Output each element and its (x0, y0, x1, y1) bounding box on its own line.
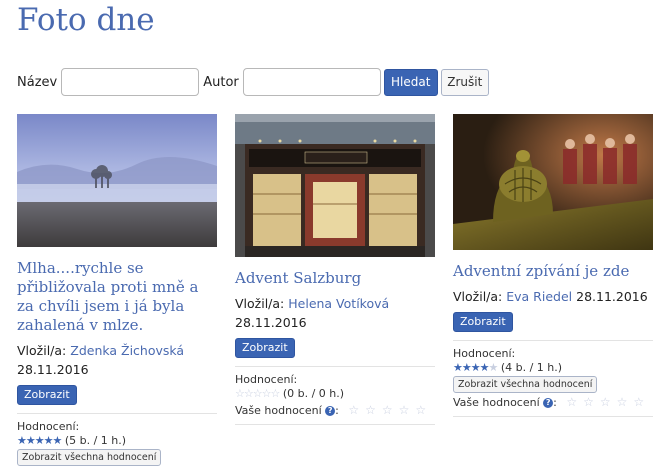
posted-by-label: Vložil/a: (235, 296, 285, 311)
photo-card: Advent Salzburg Vložil/a: Helena Votíkov… (235, 114, 435, 425)
rating-block: Hodnocení: ★★★★★ (5 b. / 1 h.) Zobrazit … (17, 413, 217, 466)
photo-title[interactable]: Mlha....rychle se přibližovala proti mně… (17, 259, 217, 335)
divider (453, 411, 653, 417)
photo-title[interactable]: Advent Salzburg (235, 269, 435, 288)
name-input[interactable] (61, 68, 200, 96)
author-label: Autor (203, 74, 239, 90)
search-form: Název Autor Hledat Zrušit (17, 68, 489, 96)
author-input[interactable] (242, 68, 381, 96)
photo-date: 28.11.2016 (576, 289, 648, 304)
photo-card: Mlha....rychle se přibližovala proti mně… (17, 114, 217, 466)
your-rating: Vaše hodnocení ?: ☆ ☆ ☆ ☆ ☆ (453, 395, 645, 409)
photo-image[interactable] (17, 114, 217, 247)
photo-card: Adventní zpívání je zde Vložil/a: Eva Ri… (453, 114, 653, 417)
help-icon[interactable]: ? (325, 406, 336, 416)
rating-label: Hodnocení: (235, 373, 298, 386)
photo-title[interactable]: Adventní zpívání je zde (453, 262, 653, 281)
all-ratings-button[interactable]: Zobrazit všechna hodnocení (453, 376, 598, 393)
divider (235, 419, 435, 425)
star-icon: ★★★★★ (17, 434, 62, 447)
all-ratings-button[interactable]: Zobrazit všechna hodnocení (17, 449, 162, 466)
photo-image[interactable] (235, 114, 435, 257)
search-button[interactable]: Hledat (383, 68, 438, 96)
name-label: Název (17, 74, 58, 90)
your-rating-stars[interactable]: ☆ ☆ ☆ ☆ ☆ (342, 403, 426, 417)
star-icon: ☆☆☆☆☆ (235, 387, 280, 400)
rating-stars: ★★★★★ (5 b. / 1 h.) (17, 434, 217, 448)
posted-by-label: Vložil/a: (17, 343, 67, 358)
posted-by-label: Vložil/a: (453, 289, 503, 304)
rating-block: Hodnocení: ★★★★★ (4 b. / 1 h.) Zobrazit … (453, 340, 653, 417)
your-rating-label: Vaše hodnocení (453, 396, 540, 409)
rating-label: Hodnocení: (17, 420, 80, 433)
help-icon[interactable]: ? (543, 398, 554, 408)
your-rating-label: Vaše hodnocení (235, 404, 322, 417)
page-title: Foto dne (17, 2, 155, 38)
your-rating: Vaše hodnocení ?: ☆ ☆ ☆ ☆ ☆ (235, 403, 427, 417)
author-link[interactable]: Zdenka Žichovská (70, 343, 184, 358)
star-empty-icon: ★ (488, 361, 498, 374)
cancel-button[interactable]: Zrušit (440, 68, 489, 96)
show-button[interactable]: Zobrazit (453, 312, 513, 332)
rating-block: Hodnocení: ☆☆☆☆☆ (0 b. / 0 h.) Vaše hodn… (235, 366, 435, 425)
star-icon: ★★★★ (453, 361, 489, 374)
your-rating-stars[interactable]: ☆ ☆ ☆ ☆ ☆ (560, 395, 644, 409)
photo-date: 28.11.2016 (235, 315, 307, 330)
author-link[interactable]: Helena Votíková (288, 296, 389, 311)
show-button[interactable]: Zobrazit (235, 338, 295, 358)
rating-label: Hodnocení: (453, 347, 516, 360)
photo-meta: Vložil/a: Eva Riedel 28.11.2016 (453, 287, 653, 306)
rating-value: (4 b. / 1 h.) (500, 361, 563, 374)
show-button[interactable]: Zobrazit (17, 385, 77, 405)
photo-meta: Vložil/a: Helena Votíková 28.11.2016 (235, 294, 435, 332)
rating-stars: ★★★★★ (4 b. / 1 h.) (453, 361, 653, 375)
rating-stars: ☆☆☆☆☆ (0 b. / 0 h.) (235, 387, 435, 401)
photo-image[interactable] (453, 114, 653, 250)
photo-meta: Vložil/a: Zdenka Žichovská 28.11.2016 (17, 341, 217, 379)
author-link[interactable]: Eva Riedel (506, 289, 572, 304)
rating-value: (0 b. / 0 h.) (282, 387, 345, 400)
photo-date: 28.11.2016 (17, 362, 89, 377)
rating-value: (5 b. / 1 h.) (64, 434, 127, 447)
